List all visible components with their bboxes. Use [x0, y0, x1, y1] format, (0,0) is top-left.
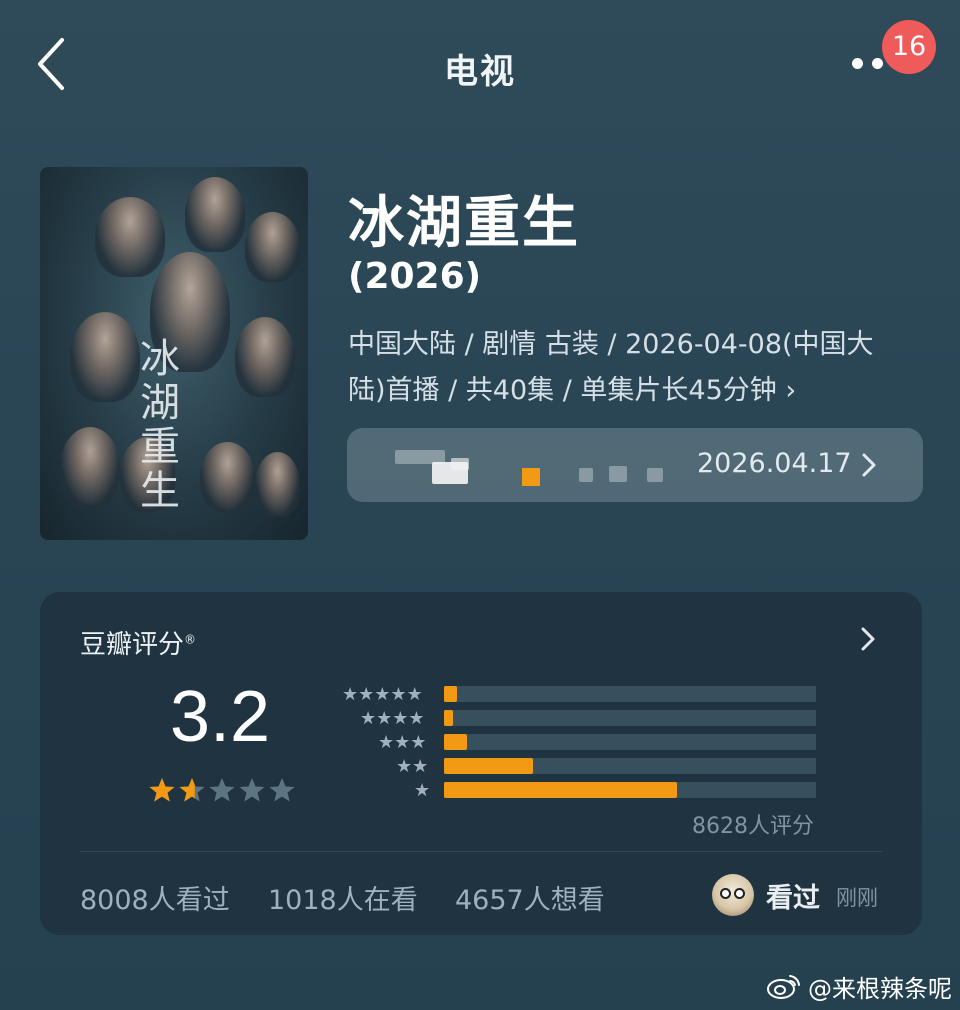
distribution-track	[444, 758, 816, 774]
distribution-track	[444, 686, 816, 702]
distribution-track	[444, 734, 816, 750]
user-status-time: 刚刚	[836, 886, 878, 910]
small-star-icon: ★	[406, 684, 423, 705]
small-star-icon: ★	[394, 732, 411, 753]
distribution-row: ★	[338, 780, 818, 802]
distribution-row: ★ ★ ★	[338, 732, 818, 754]
poster-title-text: 冰湖重生	[140, 336, 180, 514]
distribution-bar	[444, 734, 468, 750]
redacted-block	[609, 466, 627, 482]
distribution-row: ★ ★ ★ ★ ★	[338, 684, 818, 706]
chevron-right-icon[interactable]	[858, 626, 878, 652]
poster-figure	[70, 312, 140, 402]
redacted-block	[647, 468, 663, 482]
avatar-eye	[720, 888, 731, 899]
poster-calligraphy: 冰湖重生	[140, 337, 200, 513]
poster-figure	[185, 177, 245, 252]
small-star-icon: ★	[358, 684, 375, 705]
distribution-bar	[444, 758, 534, 774]
redacted-block	[579, 468, 593, 482]
poster-figure	[95, 197, 165, 277]
star-icon	[239, 778, 265, 802]
distribution-stars: ★ ★ ★ ★	[360, 708, 425, 730]
page-title: 电视	[444, 52, 516, 92]
small-star-icon: ★	[412, 756, 429, 777]
poster-figure	[200, 442, 255, 512]
stat-watching[interactable]: 1018人在看	[268, 878, 418, 917]
distribution-track	[444, 710, 816, 726]
distribution-stars: ★ ★ ★ ★ ★	[342, 684, 423, 706]
top-bar: 电视 16	[0, 0, 960, 130]
small-star-icon: ★	[378, 732, 395, 753]
redacted-accent	[522, 468, 540, 486]
star-icon	[179, 778, 205, 802]
distribution-track	[444, 782, 816, 798]
distribution-bar	[444, 686, 458, 702]
show-title: 冰湖重生	[348, 191, 580, 256]
rating-stars	[148, 776, 298, 806]
divider	[80, 851, 882, 852]
broadcast-date: 2026.04.17	[697, 448, 852, 479]
distribution-row: ★ ★	[338, 756, 818, 778]
stat-watched[interactable]: 8008人看过	[80, 878, 230, 917]
small-star-icon: ★	[408, 708, 425, 729]
rating-score: 3.2	[170, 677, 271, 757]
meta-line-1: 中国大陆 / 剧情 古装 / 2026-04-08(中国大	[348, 329, 874, 360]
star-icon	[209, 778, 235, 802]
avatar[interactable]	[712, 874, 754, 916]
weibo-watermark: @来根辣条呢	[766, 970, 952, 1003]
user-status[interactable]: 看过	[766, 876, 820, 915]
small-star-icon: ★	[376, 708, 393, 729]
avatar-eye	[734, 888, 745, 899]
small-star-icon: ★	[374, 684, 391, 705]
star-icon	[149, 778, 175, 802]
small-star-icon: ★	[396, 756, 413, 777]
poster-figure	[60, 427, 120, 507]
small-star-icon: ★	[360, 708, 377, 729]
registered-mark: ®	[184, 632, 197, 647]
show-meta[interactable]: 中国大陆 / 剧情 古装 / 2026-04-08(中国大 陆)首播 / 共40…	[348, 322, 918, 414]
distribution-bar	[444, 710, 453, 726]
broadcast-info-pill[interactable]: 2026.04.17	[347, 428, 923, 502]
redacted-block	[451, 458, 469, 470]
meta-line-2: 陆)首播 / 共40集 / 单集片长45分钟 ›	[348, 375, 797, 406]
notification-badge[interactable]: 16	[882, 20, 936, 74]
show-year: (2026)	[348, 256, 482, 297]
chevron-right-icon	[862, 453, 876, 477]
distribution-row: ★ ★ ★ ★	[338, 708, 818, 730]
small-star-icon: ★	[342, 684, 359, 705]
weibo-icon	[767, 975, 800, 999]
small-star-icon: ★	[414, 780, 431, 801]
raters-count: 8628人评分	[692, 814, 814, 839]
small-star-icon: ★	[392, 708, 409, 729]
small-star-icon: ★	[410, 732, 427, 753]
distribution-stars: ★	[414, 780, 430, 802]
stat-want[interactable]: 4657人想看	[455, 878, 605, 917]
watermark-text: @来根辣条呢	[808, 974, 952, 1003]
rating-title[interactable]: 豆瓣评分®	[80, 624, 196, 661]
rating-card: 豆瓣评分® 3.2 ★ ★ ★ ★ ★ ★ ★ ★ ★ ★ ★ ★ ★ ★ ★ 8628人评分 8008人看…	[40, 592, 922, 935]
rating-title-text: 豆瓣评分	[80, 630, 185, 660]
small-star-icon: ★	[390, 684, 407, 705]
distribution-stars: ★ ★	[396, 756, 428, 778]
poster-figure	[255, 452, 300, 517]
star-icon	[269, 778, 295, 802]
poster-figure	[245, 212, 300, 282]
distribution-stars: ★ ★ ★	[378, 732, 426, 754]
show-poster[interactable]: 冰湖重生	[40, 167, 308, 540]
more-dots-icon	[852, 58, 863, 69]
poster-figure	[235, 317, 295, 397]
distribution-bar	[444, 782, 677, 798]
more-dot	[872, 58, 883, 69]
